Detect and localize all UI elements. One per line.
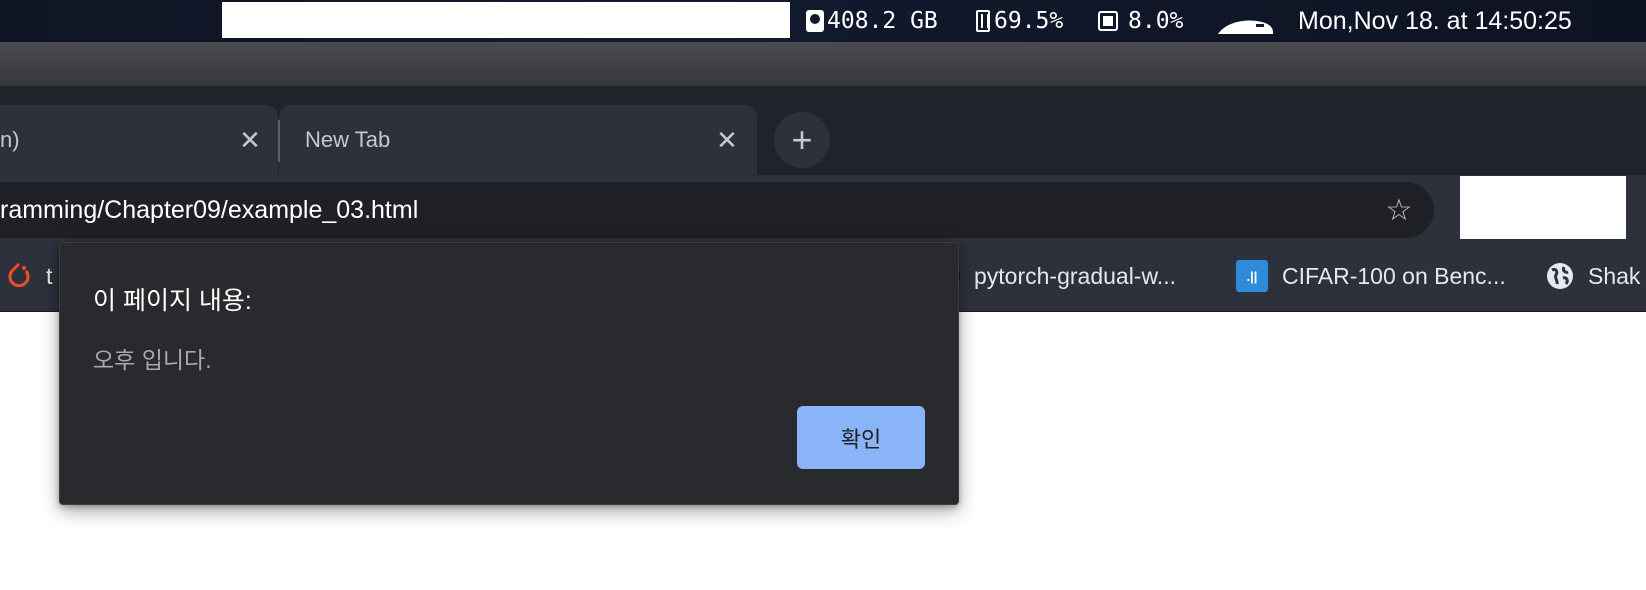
disk-icon [806,10,824,32]
disk-value: 408.2 GB [827,8,938,34]
bookmark-label: Shak [1588,262,1641,289]
cpu-value: 8.0% [1128,8,1184,34]
tab-title: New Tab [305,127,391,152]
memory-status[interactable]: 69.5% [976,6,1063,36]
alert-dialog: 이 페이지 내용: 오후 입니다. 확인 [59,242,959,505]
address-url[interactable]: ramming/Chapter09/example_03.html [0,182,418,238]
pytorch-icon [6,261,32,291]
bookmark-label: t [46,262,53,289]
close-icon[interactable]: ✕ [234,124,266,156]
tab-previous[interactable]: n) ✕ [0,105,278,175]
bookmark-pytorch-gradual-warmup[interactable]: pytorch-gradual-w... [938,241,1176,311]
paperswithcode-icon: .|| [1236,260,1268,292]
redacted-area [222,2,790,38]
tab-title: n) [0,127,20,152]
globe-icon [1546,262,1574,290]
bookmark-star-icon[interactable]: ☆ [1380,191,1418,229]
bookmark-pytorch[interactable]: t [6,241,52,311]
memory-value: 69.5% [994,8,1064,34]
window-titlebar[interactable] [0,42,1646,87]
cpu-status[interactable]: 8.0% [1098,6,1183,36]
ok-button[interactable]: 확인 [797,406,925,469]
redacted-extension-area [1460,176,1626,239]
menu-bar: 408.2 GB 69.5% 8.0% Mon,Nov 18. at 14:50… [0,0,1646,42]
bookmark-shak[interactable]: Shak [1546,241,1640,311]
tab-new-tab[interactable]: New Tab ✕ [279,105,757,175]
cpu-icon [1098,11,1118,31]
tab-separator [278,120,280,162]
train-icon[interactable] [1216,14,1274,36]
disk-status[interactable]: 408.2 GB [806,6,938,36]
bookmark-cifar100[interactable]: .|| CIFAR-100 on Benc... [1236,241,1506,311]
memory-icon [976,10,990,32]
new-tab-button[interactable]: + [774,112,830,168]
bookmark-label: pytorch-gradual-w... [974,262,1176,289]
close-icon[interactable]: ✕ [711,124,743,156]
bookmark-label: CIFAR-100 on Benc... [1282,262,1506,289]
menubar-clock[interactable]: Mon,Nov 18. at 14:50:25 [1298,6,1572,36]
dialog-message: 오후 입니다. [93,347,212,373]
dialog-title: 이 페이지 내용: [93,287,252,315]
